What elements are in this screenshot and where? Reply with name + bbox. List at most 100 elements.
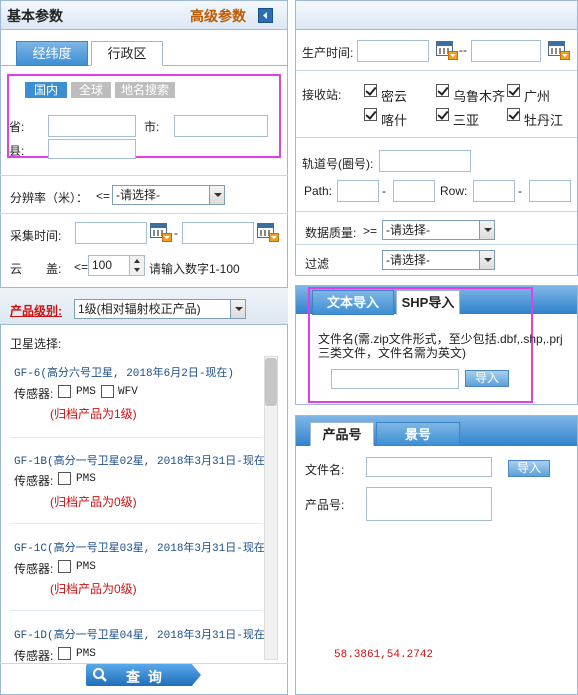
product-number-label: 产品号: [305,498,345,512]
collapse-icon[interactable] [258,8,273,23]
station-checkbox-sanya[interactable] [436,108,449,121]
sensor-checkbox-pms[interactable] [58,472,71,485]
product-file-input[interactable] [366,457,492,477]
product-level-label: 产品级别: [10,304,62,318]
product-number-textarea[interactable] [366,487,492,521]
tab-product-number[interactable]: 产品号 [310,422,374,446]
shp-file-input[interactable] [331,369,459,389]
shp-import-button[interactable]: 导入 [465,370,509,387]
resolution-select[interactable]: -请选择- [112,185,225,205]
capture-time-dash: - [174,226,178,240]
production-start-input[interactable] [357,40,429,62]
sensor-label: 传感器: [14,562,54,576]
advanced-params-link[interactable]: 高级参数 [190,6,246,26]
station-checkbox-mudanjiang[interactable] [507,108,520,121]
divider [296,244,577,245]
tab-scene-number[interactable]: 景号 [376,422,460,446]
province-label: 省: [9,120,25,134]
path-start-input[interactable] [337,180,379,202]
divider [0,213,288,214]
city-input[interactable] [174,115,268,137]
stations-label: 接收站: [302,88,342,102]
coordinate-readout: 58.3861,54.2742 [334,649,434,661]
archive-note: (归档产品为1级) [50,407,137,421]
right-top-header [295,0,578,30]
path-end-input[interactable] [393,180,435,202]
county-input[interactable] [48,139,136,159]
divider [296,211,577,212]
station-name: 喀什 [381,113,408,128]
cloud-value: 100 [92,258,113,272]
province-input[interactable] [48,115,136,137]
chevron-down-icon [230,300,245,318]
calendar-icon[interactable] [257,222,279,242]
sensor-checkbox-pms[interactable] [58,647,71,660]
sensor-label: 传感器: [14,649,54,663]
sensor-name: WFV [118,386,138,398]
cloud-stepper[interactable] [129,255,145,276]
divider [10,437,262,438]
archive-note: (归档产品为0级) [50,582,137,596]
station-name: 牡丹江 [524,113,564,128]
chevron-down-icon [209,186,224,204]
divider [10,610,262,611]
satellite-title: 卫星选择: [10,337,62,351]
capture-start-input[interactable] [75,222,147,244]
calendar-icon[interactable] [150,222,172,242]
filter-select[interactable]: -请选择- [382,250,495,270]
sensor-label: 传感器: [14,387,54,401]
satellite-gf1b: GF-1B(高分一号卫星02星, 2018年3月31日-现在 [14,456,265,468]
city-label: 市: [144,120,160,134]
capture-end-input[interactable] [182,222,254,244]
filter-select-value: -请选择- [386,253,430,267]
satellite-gf6: GF-6(高分六号卫星, 2018年6月2日-现在) [14,368,235,380]
resolution-op: <= [96,189,111,203]
satellite-gf1d: GF-1D(高分一号卫星04星, 2018年3月31日-现在 [14,630,265,642]
sensor-name: PMS [76,386,96,398]
station-checkbox-kashgar[interactable] [364,108,377,121]
path-label: Path: [304,184,333,198]
row-label: Row: [440,184,468,198]
query-button[interactable]: 查 询 [86,664,201,686]
station-name: 乌鲁木齐 [453,89,506,104]
region-tab-place-search[interactable]: 地名搜索 [115,82,175,98]
calendar-icon[interactable] [436,40,458,60]
production-time-label: 生产时间: [302,46,354,60]
product-level-select[interactable]: 1级(相对辐射校正产品) [74,299,246,319]
divider [296,137,577,138]
tab-latlon[interactable]: 经纬度 [16,41,88,66]
product-import-button[interactable]: 导入 [508,460,550,477]
station-name: 密云 [381,89,408,104]
sensor-checkbox-pms[interactable] [58,560,71,573]
satellite-gf1c: GF-1C(高分一号卫星03星, 2018年3月31日-现在 [14,543,265,555]
quality-label: 数据质量: [305,226,357,240]
sensor-name: PMS [76,473,96,485]
scrollbar-thumb[interactable] [265,358,277,406]
sensor-name: PMS [76,648,96,660]
row-dash: - [518,184,522,198]
station-checkbox-miyun[interactable] [364,84,377,97]
orbit-input[interactable] [379,150,471,172]
tab-admin-region[interactable]: 行政区 [91,41,163,66]
station-checkbox-guangzhou[interactable] [507,84,520,97]
calendar-icon[interactable] [548,40,570,60]
station-name: 广州 [524,89,551,104]
capture-time-label: 采集时间: [10,229,62,243]
search-icon [92,667,108,686]
production-time-dash: -- [459,43,467,57]
sensor-label: 传感器: [14,474,54,488]
station-name: 三亚 [453,113,480,128]
row-end-input[interactable] [529,180,571,202]
cloud-hint: 请输入数字1-100 [149,262,240,276]
basic-params-title: 基本参数 [7,8,63,24]
station-checkbox-urumqi[interactable] [436,84,449,97]
production-end-input[interactable] [471,40,541,62]
sensor-checkbox-pms[interactable] [58,385,71,398]
quality-select[interactable]: -请选择- [382,220,495,240]
region-tab-global[interactable]: 全球 [71,82,111,98]
region-tab-domestic[interactable]: 国内 [25,82,67,98]
row-start-input[interactable] [473,180,515,202]
sensor-checkbox-wfv[interactable] [101,385,114,398]
divider [10,523,262,524]
cloud-op: <= [74,260,89,274]
